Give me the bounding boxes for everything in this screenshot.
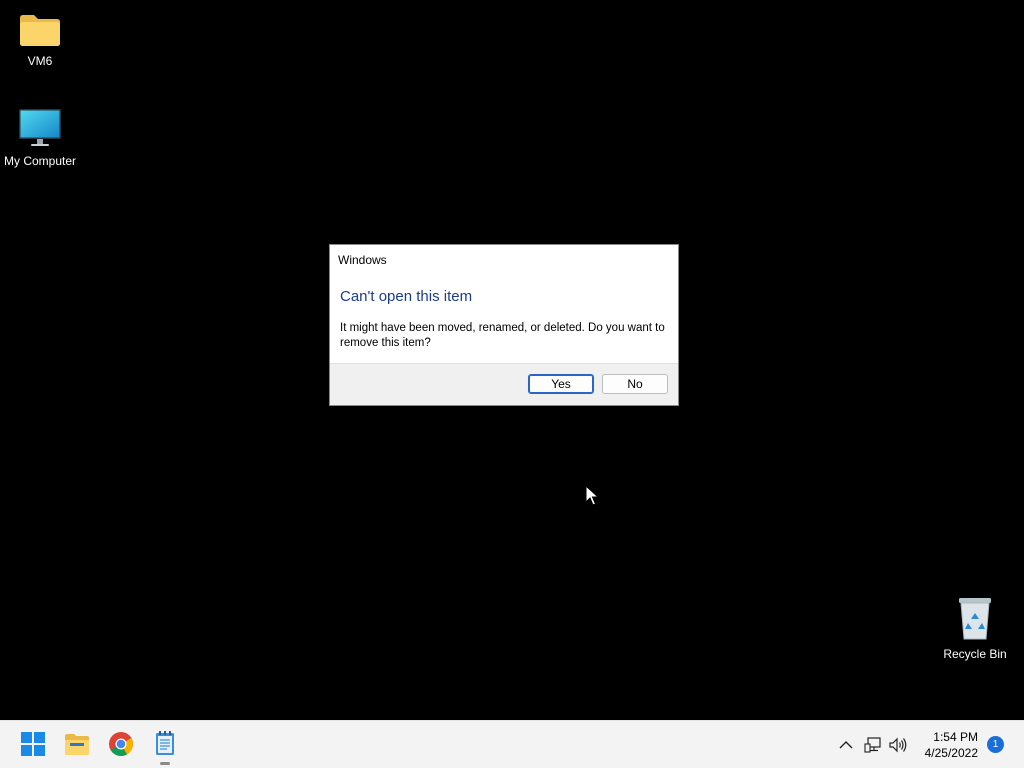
running-indicator: [160, 762, 170, 765]
windows-start-icon: [21, 732, 45, 756]
start-button[interactable]: [18, 729, 48, 759]
desktop-icon-label: VM6: [27, 54, 53, 68]
recycle-bin-icon: [959, 598, 991, 640]
chrome-icon: [109, 732, 133, 757]
taskbar-file-explorer[interactable]: [62, 729, 92, 759]
taskbar: 1:54 PM 4/25/2022 1: [0, 720, 1024, 768]
notepad-icon: [156, 731, 174, 755]
desktop-icon-recycle-bin[interactable]: Recycle Bin: [935, 597, 1015, 661]
no-button[interactable]: No: [602, 374, 668, 394]
desktop-icon-label: My Computer: [3, 154, 77, 168]
error-dialog: Windows Can't open this item It might ha…: [329, 244, 679, 406]
mouse-cursor-icon: [585, 485, 599, 506]
desktop-icon-label: Recycle Bin: [943, 647, 1007, 661]
dialog-message: It might have been moved, renamed, or de…: [340, 322, 665, 349]
network-status-button[interactable]: [863, 735, 883, 755]
network-icon: [864, 737, 881, 753]
file-explorer-icon: [65, 734, 89, 755]
desktop-icon-my-computer[interactable]: My Computer: [0, 108, 80, 168]
monitor-icon: [19, 109, 61, 146]
notification-badge[interactable]: 1: [987, 736, 1004, 753]
folder-icon: [20, 15, 60, 46]
show-hidden-icons-button[interactable]: [836, 735, 856, 755]
yes-button[interactable]: Yes: [528, 374, 594, 394]
clock-time: 1:54 PM: [933, 730, 978, 744]
taskbar-notepad[interactable]: [150, 729, 180, 765]
dialog-heading: Can't open this item: [340, 288, 473, 305]
dialog-footer: Yes No: [330, 363, 678, 405]
volume-button[interactable]: [888, 735, 908, 755]
clock[interactable]: 1:54 PM 4/25/2022: [912, 729, 978, 761]
dialog-title: Windows: [338, 253, 387, 267]
chevron-up-icon: [839, 741, 853, 749]
taskbar-chrome[interactable]: [106, 729, 136, 759]
speaker-icon: [889, 737, 907, 753]
desktop-icon-vm6[interactable]: VM6: [0, 12, 80, 68]
clock-date: 4/25/2022: [924, 746, 978, 760]
